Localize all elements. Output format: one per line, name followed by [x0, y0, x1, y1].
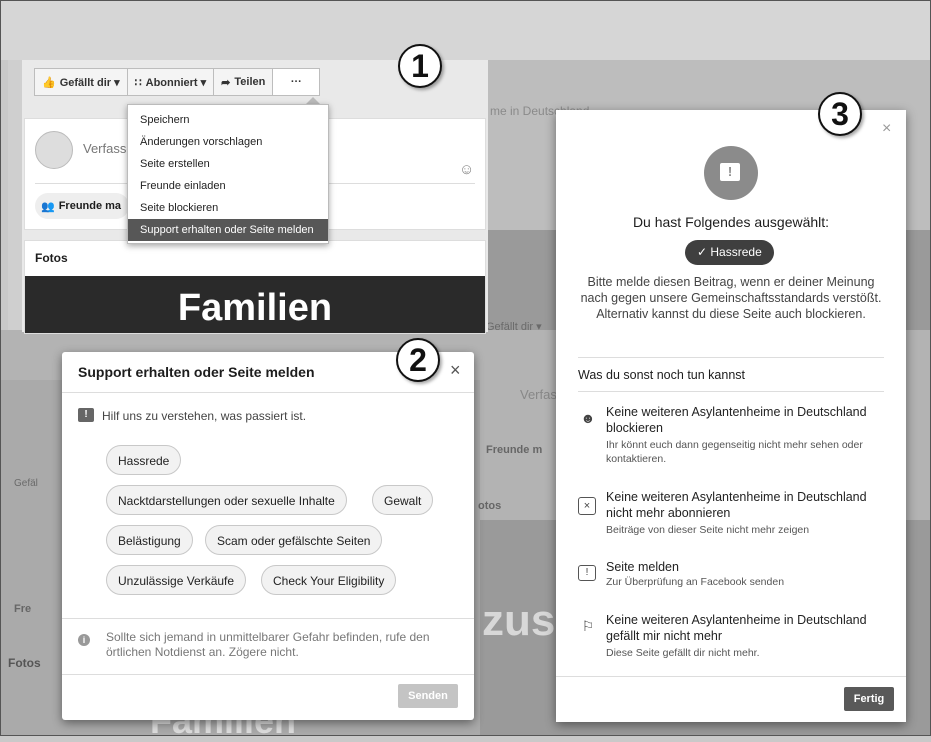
image-frame: [0, 0, 931, 736]
